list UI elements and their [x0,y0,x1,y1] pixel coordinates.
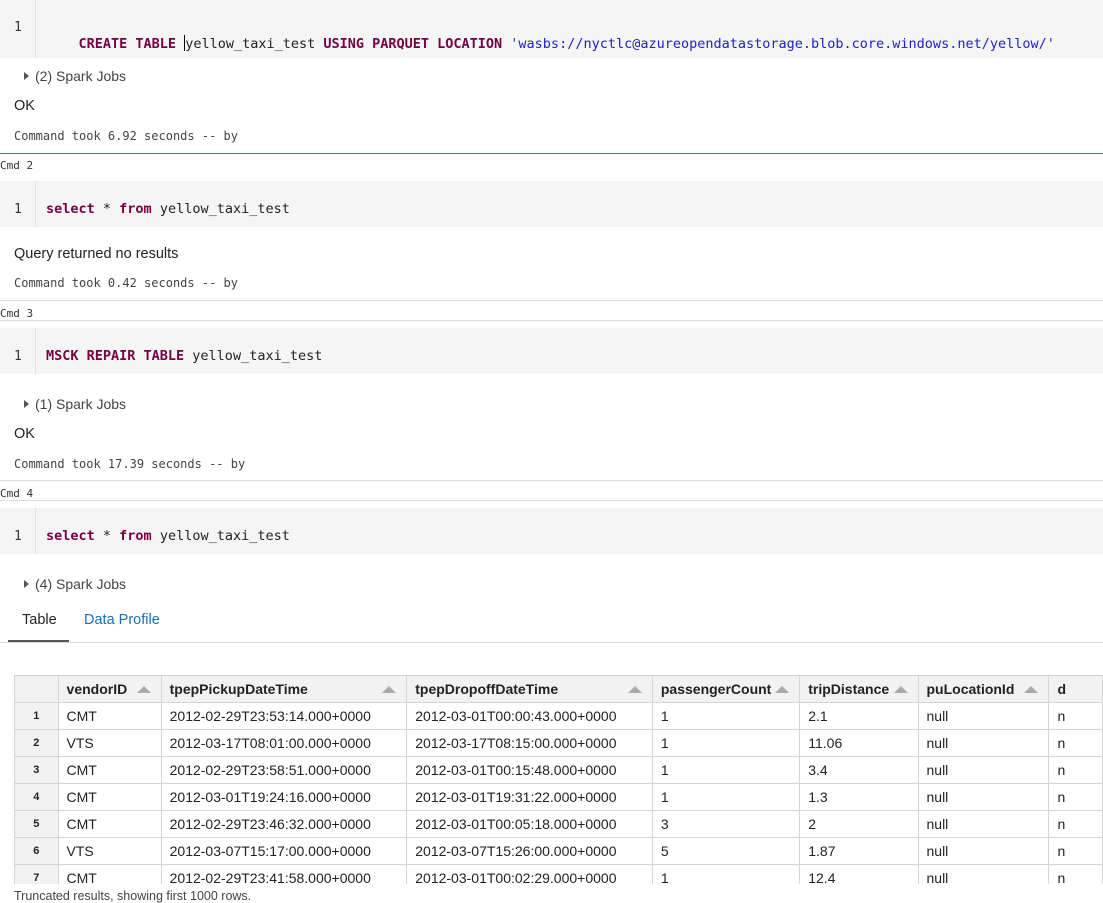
sort-icon[interactable] [1024,686,1039,693]
table-cell[interactable]: 5 [651,837,801,865]
table-cell[interactable]: n [1048,783,1103,811]
table-cell[interactable]: CMT [57,756,162,784]
column-header[interactable]: tripDistance [799,675,919,703]
table-cell[interactable]: 11.06 [799,729,919,757]
table-cell[interactable]: 2012-02-29T23:46:32.000+0000 [160,810,408,838]
sort-icon[interactable] [382,686,397,693]
column-header[interactable]: tpepPickupDateTime [160,675,408,703]
table-cell[interactable]: 2012-03-17T08:15:00.000+0000 [406,729,653,757]
table-row[interactable]: 3 CMT 2012-02-29T23:58:51.000+0000 2012-03-… [14,756,1103,784]
table-cell[interactable]: null [917,810,1050,838]
table-row[interactable]: 5 CMT 2012-02-29T23:46:32.000+0000 2012-03-… [14,810,1103,838]
table-cell[interactable]: n [1048,864,1103,884]
row-index: 4 [14,783,59,811]
table-cell[interactable]: VTS [57,837,162,865]
sort-icon[interactable] [136,686,151,693]
table-cell[interactable]: 1 [651,756,801,784]
table-cell[interactable]: CMT [57,864,162,884]
table-header-row: vendorID tpepPickupDateTime tpepDropoffD… [14,675,1103,703]
table-cell[interactable]: 3.4 [799,756,919,784]
column-header-label: vendorID [66,681,128,697]
table-cell[interactable]: 2012-03-01T00:15:48.000+0000 [406,756,653,784]
table-cell[interactable]: 2012-03-01T00:05:18.000+0000 [406,810,653,838]
row-index-header [14,675,59,703]
column-header[interactable]: passengerCount [651,675,801,703]
table-cell[interactable]: n [1048,756,1103,784]
table-cell[interactable]: n [1048,810,1103,838]
column-header[interactable]: tpepDropoffDateTime [406,675,653,703]
column-header-label: tpepDropoffDateTime [415,681,559,697]
table-cell[interactable]: 1 [651,729,801,757]
table-row[interactable]: 2 VTS 2012-03-17T08:01:00.000+0000 2012-03-… [14,729,1103,757]
result-grid-viewport[interactable]: vendorID tpepPickupDateTime tpepDropoffD… [0,0,1103,884]
table-cell[interactable]: null [917,783,1050,811]
table-cell[interactable]: 2012-03-01T19:31:22.000+0000 [406,783,653,811]
table-cell[interactable]: 1 [651,864,801,884]
table-cell[interactable]: 2012-02-29T23:53:14.000+0000 [160,702,408,730]
table-cell[interactable]: null [917,729,1050,757]
table-cell[interactable]: 1.3 [799,783,919,811]
column-header[interactable]: vendorID [57,675,162,703]
table-cell[interactable]: 3 [651,810,801,838]
table-cell[interactable]: 1 [651,783,801,811]
table-cell[interactable]: CMT [57,810,162,838]
table-cell[interactable]: 2012-02-29T23:58:51.000+0000 [160,756,408,784]
table-row[interactable]: 6 VTS 2012-03-07T15:17:00.000+0000 2012-03-… [14,837,1103,865]
table-row[interactable]: 4 CMT 2012-03-01T19:24:16.000+0000 2012-03-… [14,783,1103,811]
table-cell[interactable]: null [917,702,1050,730]
table-cell[interactable]: 2.1 [799,702,919,730]
column-header[interactable]: d [1048,675,1103,703]
table-cell[interactable]: null [917,756,1050,784]
table-cell[interactable]: 2012-03-01T19:24:16.000+0000 [160,783,408,811]
sort-icon[interactable] [775,686,790,693]
row-index: 7 [14,864,59,884]
table-cell[interactable]: n [1048,837,1103,865]
row-index: 1 [14,702,59,730]
table-cell[interactable]: n [1048,702,1103,730]
table-cell[interactable]: 2012-03-01T00:02:29.000+0000 [406,864,653,884]
row-index: 6 [14,837,59,865]
column-header-label: tpepPickupDateTime [169,681,308,697]
table-cell[interactable]: 2012-03-01T00:00:43.000+0000 [406,702,653,730]
row-index: 3 [14,756,59,784]
table-cell[interactable]: 2012-03-07T15:26:00.000+0000 [406,837,653,865]
table-cell[interactable]: CMT [57,783,162,811]
table-row[interactable]: 7 CMT 2012-02-29T23:41:58.000+0000 2012-03-… [14,864,1103,884]
row-index: 2 [14,729,59,757]
table-cell[interactable]: VTS [57,729,162,757]
table-cell[interactable]: 2 [799,810,919,838]
table-cell[interactable]: CMT [57,702,162,730]
table-cell[interactable]: 2012-03-07T15:17:00.000+0000 [160,837,408,865]
table-cell[interactable]: 1.87 [799,837,919,865]
table-cell[interactable]: 12.4 [799,864,919,884]
table-body: 1 CMT 2012-02-29T23:53:14.000+0000 2012-03-… [14,702,1103,884]
column-header-label: tripDistance [808,681,890,697]
table-cell[interactable]: 1 [651,702,801,730]
result-table: vendorID tpepPickupDateTime tpepDropoffD… [14,675,1103,884]
row-index: 5 [14,810,59,838]
table-row[interactable]: 1 CMT 2012-02-29T23:53:14.000+0000 2012-03-… [14,702,1103,730]
column-header-label: puLocationId [926,681,1015,697]
table-cell[interactable]: null [917,864,1050,884]
table-cell[interactable]: 2012-03-17T08:01:00.000+0000 [160,729,408,757]
table-cell[interactable]: n [1048,729,1103,757]
table-cell[interactable]: null [917,837,1050,865]
column-header-label: d [1057,681,1066,697]
sort-icon[interactable] [627,686,642,693]
table-cell[interactable]: 2012-02-29T23:41:58.000+0000 [160,864,408,884]
column-header[interactable]: puLocationId [917,675,1050,703]
sort-icon[interactable] [893,686,908,693]
column-header-label: passengerCount [660,681,772,697]
